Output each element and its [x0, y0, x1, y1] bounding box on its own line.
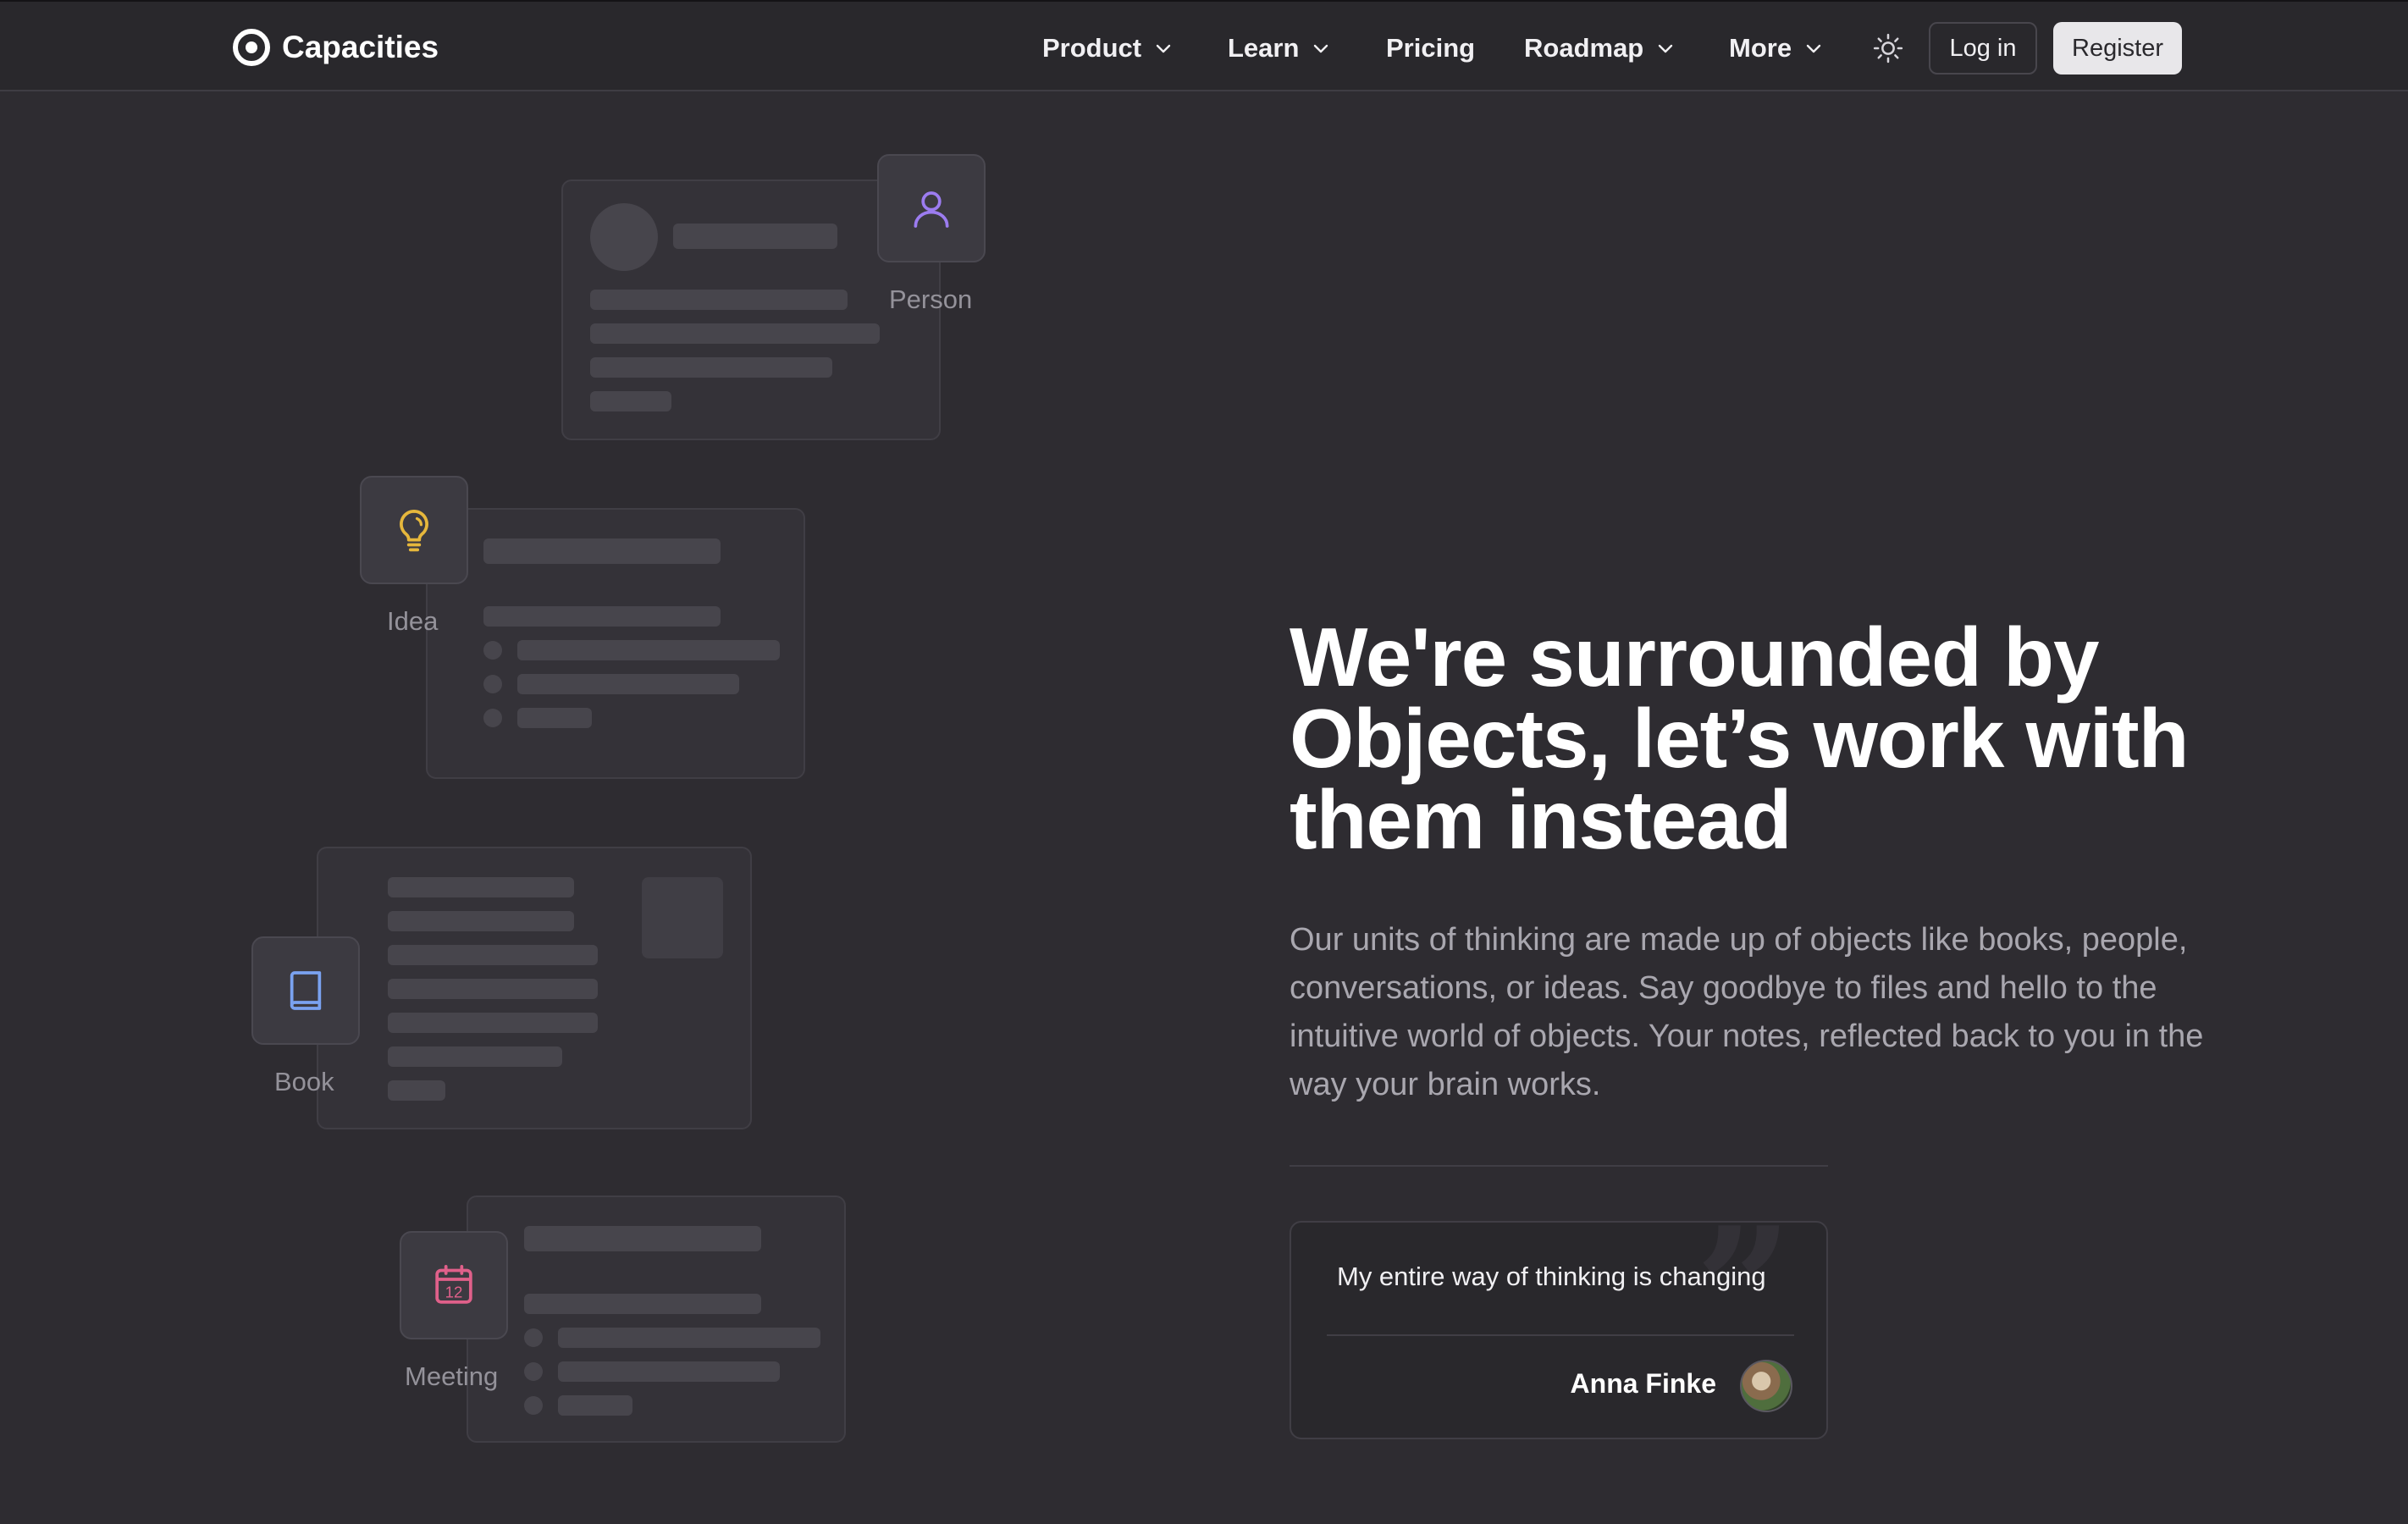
- idea-tile: [360, 476, 468, 584]
- section-divider: [1290, 1165, 1828, 1167]
- placeholder-line: [388, 1080, 445, 1101]
- chevron-down-icon: [1314, 44, 1328, 53]
- placeholder-line: [524, 1226, 761, 1251]
- testimonial-card: ” My entire way of thinking is changing …: [1290, 1221, 1828, 1439]
- placeholder-line: [517, 674, 739, 694]
- avatar: [1740, 1360, 1792, 1412]
- chevron-down-icon: [1806, 44, 1821, 53]
- nav-item-product[interactable]: Product: [1042, 27, 1174, 69]
- nav-item-label: Roadmap: [1524, 33, 1644, 63]
- nav-item-pricing[interactable]: Pricing: [1386, 27, 1475, 69]
- nav-item-roadmap[interactable]: Roadmap: [1524, 27, 1676, 69]
- placeholder-line: [483, 538, 721, 564]
- person-label: Person: [889, 284, 973, 314]
- testimonial-quote: My entire way of thinking is changing: [1337, 1262, 1766, 1291]
- placeholder-avatar: [590, 203, 658, 271]
- nav-item-label: More: [1729, 33, 1792, 63]
- book-icon: [290, 971, 322, 1010]
- book-label: Book: [274, 1067, 334, 1096]
- quote-mark-icon: ”: [1694, 1221, 1792, 1389]
- placeholder-cover: [642, 877, 723, 958]
- brand-name: Capacities: [282, 30, 439, 64]
- placeholder-line: [590, 290, 848, 310]
- nav-item-learn[interactable]: Learn: [1228, 27, 1331, 69]
- placeholder-line: [388, 877, 574, 897]
- placeholder-line: [524, 1294, 761, 1314]
- capacities-logo-icon: [233, 29, 270, 66]
- chevron-down-icon: [1659, 44, 1673, 53]
- sun-icon[interactable]: [1872, 32, 1904, 64]
- testimonial-divider: [1327, 1334, 1794, 1336]
- placeholder-line: [388, 911, 574, 931]
- placeholder-line: [558, 1328, 820, 1348]
- meeting-tile: 12: [400, 1231, 508, 1339]
- bullet-dot: [483, 675, 502, 693]
- nav-item-more[interactable]: More: [1729, 27, 1824, 69]
- calendar-day: 12: [445, 1284, 463, 1301]
- placeholder-line: [673, 224, 837, 249]
- nav-item-label: Pricing: [1386, 33, 1476, 63]
- bullet-dot: [483, 641, 502, 660]
- placeholder-line: [388, 1046, 562, 1067]
- hero-headline: We're surrounded by Objects, let’s work …: [1290, 610, 2190, 866]
- idea-label: Idea: [387, 606, 439, 636]
- person-icon: [914, 191, 949, 228]
- book-object-card: [317, 847, 752, 1129]
- chevron-down-icon: [1156, 44, 1171, 53]
- login-button[interactable]: Log in: [1929, 22, 2037, 75]
- meeting-label: Meeting: [405, 1361, 499, 1391]
- placeholder-line: [558, 1361, 780, 1382]
- bullet-dot: [524, 1396, 543, 1415]
- person-tile: [877, 154, 986, 262]
- meeting-object-card: [467, 1195, 846, 1443]
- idea-object-card: [426, 508, 805, 779]
- calendar-icon: 12: [435, 1264, 472, 1304]
- nav-item-label: Product: [1042, 33, 1142, 63]
- placeholder-line: [590, 323, 880, 344]
- lightbulb-icon: [400, 509, 428, 552]
- bullet-dot: [524, 1362, 543, 1381]
- placeholder-line: [517, 640, 780, 660]
- placeholder-line: [558, 1395, 632, 1416]
- bullet-dot: [524, 1328, 543, 1347]
- testimonial-author: Anna Finke: [1570, 1368, 1716, 1399]
- placeholder-line: [517, 708, 592, 728]
- placeholder-line: [388, 945, 598, 965]
- register-button[interactable]: Register: [2053, 22, 2182, 75]
- placeholder-line: [590, 391, 671, 411]
- placeholder-line: [388, 979, 598, 999]
- nav-item-label: Learn: [1228, 33, 1300, 63]
- hero-description: Our units of thinking are made up of obj…: [1290, 922, 2204, 1102]
- placeholder-line: [388, 1013, 598, 1033]
- placeholder-line: [590, 357, 832, 378]
- top-navigation: Capacities Product Learn Pricing Roadmap…: [0, 0, 2408, 91]
- bullet-dot: [483, 709, 502, 727]
- brand-logo[interactable]: Capacities: [233, 24, 439, 71]
- book-tile: [251, 936, 360, 1045]
- placeholder-line: [483, 606, 721, 627]
